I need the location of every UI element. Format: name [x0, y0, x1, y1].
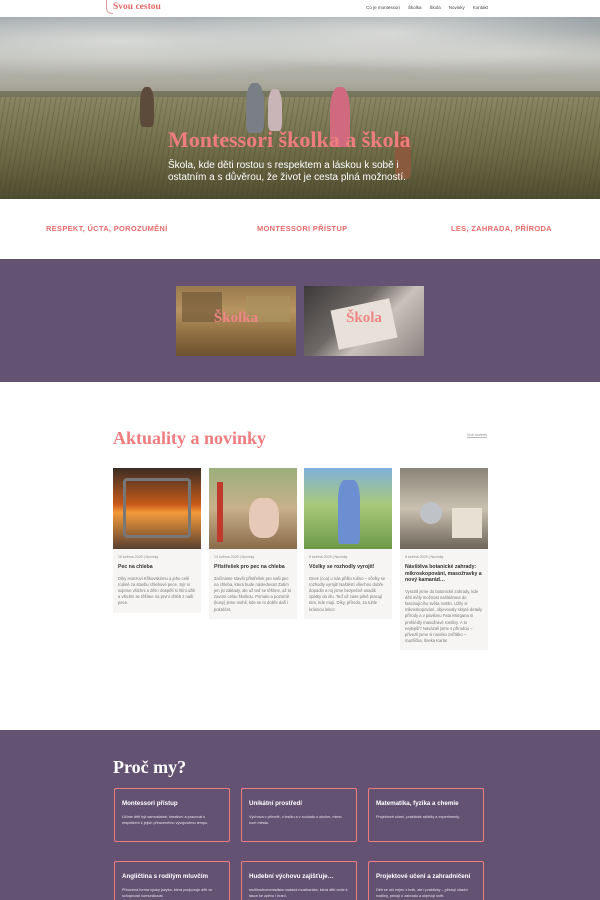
- post-thumbnail: [113, 468, 201, 549]
- why-box-title: Matematika, fyzika a chemie: [376, 800, 459, 807]
- why-box-desc: Děti se učí nejen z knih, ale i praktick…: [376, 888, 468, 898]
- post-excerpt: Díky Honzovi Křikovskému a jeho celé rod…: [118, 575, 196, 606]
- card-skolka-label: Školka: [213, 310, 259, 326]
- hero-sky: [0, 17, 600, 97]
- news-post[interactable]: 16 května 2025 | Novinky Pec na chleba D…: [113, 468, 201, 613]
- hero-child-figure: [246, 83, 264, 133]
- logo-icon[interactable]: [106, 0, 113, 14]
- why-box-title: Unikátní prostředí: [249, 800, 302, 807]
- news-post[interactable]: 13 května 2025 | Novinky Přístřešek pro …: [209, 468, 297, 619]
- post-title[interactable]: Včelky se rozhodly vyrojit!: [304, 559, 392, 571]
- why-box-desc: Učíme děti být samostatné, kreativní a p…: [122, 815, 209, 825]
- why-box[interactable]: Unikátní prostředí Výchova v přírodě, v …: [241, 788, 357, 842]
- paper-image: [452, 508, 482, 538]
- why-title: Proč my?: [113, 757, 187, 777]
- post-thumbnail: [400, 468, 488, 549]
- why-box-desc: multiinstrumentalista nadaná muzikantka,…: [249, 888, 348, 898]
- news-more-link[interactable]: Více novinek: [467, 433, 488, 438]
- post-thumbnail: [209, 468, 297, 549]
- child-image: [249, 498, 279, 538]
- why-section: Proč my? Montessori přístup Učíme děti b…: [0, 730, 600, 900]
- card-skolka[interactable]: Školka: [176, 286, 296, 356]
- value-montessori: MONTESSORI PŘÍSTUP: [257, 224, 348, 233]
- post-meta: 16 května 2025 | Novinky: [118, 555, 159, 559]
- post-meta: 9 května 2025 | Novinky: [309, 555, 348, 559]
- hero-child-figure: [268, 89, 282, 131]
- value-respect: RESPEKT, ÚCTA, POROZUMĚNÍ: [46, 224, 168, 233]
- nav-item-skolka[interactable]: Školka: [408, 5, 422, 10]
- post-title[interactable]: Návštěva botanické zahrady: mikroskopová…: [400, 559, 488, 584]
- why-box-title: Hudební výchovu zajišťuje…: [249, 873, 334, 880]
- oven-frame: [123, 478, 191, 538]
- news-title: Aktuality a novinky: [113, 428, 267, 448]
- why-box[interactable]: Hudební výchovu zajišťuje… multiinstrume…: [241, 861, 357, 900]
- why-box[interactable]: Montessori přístup Učíme děti být samost…: [114, 788, 230, 842]
- beekeeper-image: [338, 480, 360, 544]
- post-title[interactable]: Pec na chleba: [113, 559, 201, 571]
- nav-item-skola[interactable]: Škola: [429, 5, 440, 10]
- why-box-title: Angličtina s rodilým mluvčím: [122, 873, 208, 880]
- news-post[interactable]: 8 května 2025 | Novinky Návštěva botanic…: [400, 468, 488, 651]
- ladder-image: [217, 482, 223, 542]
- why-box-desc: Přirozená forma výuky jazyka, která podp…: [122, 888, 213, 898]
- top-navigation-bar: Svou cestou Co je montessori Školka Škol…: [0, 0, 600, 17]
- news-post[interactable]: 9 května 2025 | Novinky Včelky se rozhod…: [304, 468, 392, 619]
- value-nature: LES, ZAHRADA, PŘÍRODA: [451, 224, 552, 233]
- hero-banner: Montessori školka a škola Škola, kde dět…: [0, 17, 600, 199]
- hero-child-figure: [140, 87, 154, 127]
- card-skola-label: Škola: [346, 310, 382, 326]
- why-box-title: Montessori přístup: [122, 800, 178, 807]
- post-title[interactable]: Přístřešek pro pec na chleba: [209, 559, 297, 571]
- why-box-desc: Projektové učení, praktické aktivity a e…: [376, 815, 460, 819]
- post-excerpt: Začínáme stavět přístřešek pro naši pec …: [214, 575, 292, 612]
- why-box[interactable]: Projektové učení a zahradničení Děti se …: [368, 861, 484, 900]
- hero-title: Montessori školka a škola: [168, 127, 411, 152]
- post-meta: 8 května 2025 | Novinky: [405, 555, 444, 559]
- nav-item-novinky[interactable]: Novinky: [449, 5, 465, 10]
- nav-item-kontakt[interactable]: Kontakt: [473, 5, 488, 10]
- main-nav: Co je montessori Školka Škola Novinky Ko…: [366, 5, 488, 10]
- why-box-title: Projektové učení a zahradničení: [376, 873, 471, 880]
- site-logo-text[interactable]: Svou cestou: [113, 2, 161, 12]
- why-box-desc: Výchova v přírodě, v lesíku a v souladu …: [249, 815, 342, 825]
- microscope-image: [420, 502, 442, 524]
- hero-subtitle: Škola, kde děti rostou s respektem a lás…: [168, 160, 406, 183]
- post-thumbnail: [304, 468, 392, 549]
- post-meta: 13 května 2025 | Novinky: [214, 555, 255, 559]
- values-row: RESPEKT, ÚCTA, POROZUMĚNÍ MONTESSORI PŘÍ…: [0, 224, 600, 238]
- post-excerpt: Dnes (cca) u nás přišlo rušno – včelky s…: [309, 575, 386, 612]
- card-skola[interactable]: Škola: [304, 286, 424, 356]
- why-box[interactable]: Matematika, fyzika a chemie Projektové u…: [368, 788, 484, 842]
- sections-band: Školka Škola: [0, 259, 600, 382]
- why-box[interactable]: Angličtina s rodilým mluvčím Přirozená f…: [114, 861, 230, 900]
- nav-item-montessori[interactable]: Co je montessori: [366, 5, 400, 10]
- post-excerpt: Vyrazili jsme do botanické zahrady, kde …: [405, 588, 483, 644]
